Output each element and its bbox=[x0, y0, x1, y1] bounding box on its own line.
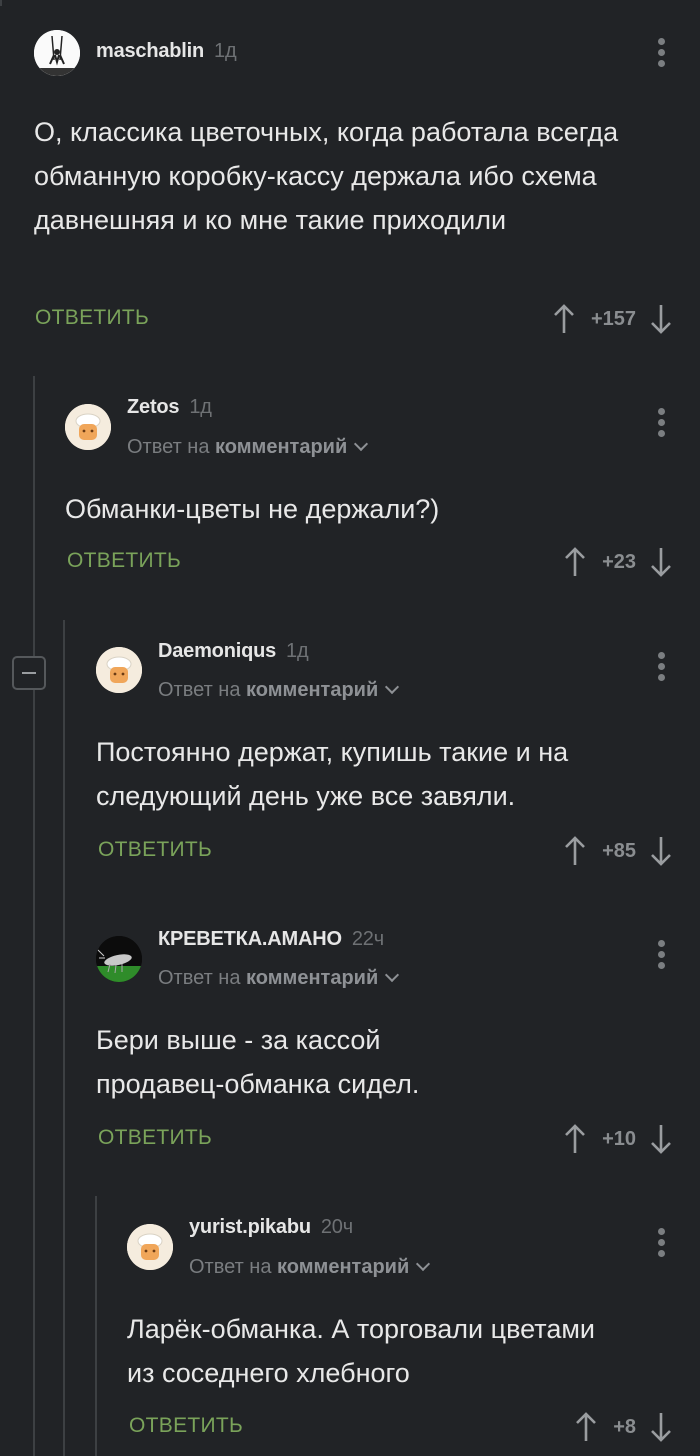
avatar[interactable] bbox=[127, 1224, 173, 1270]
shrimp-avatar-icon bbox=[96, 936, 142, 982]
author-name[interactable]: yurist.pikabu bbox=[189, 1216, 311, 1238]
reply-to-link[interactable]: Ответ на комментарий bbox=[158, 679, 400, 702]
avatar[interactable] bbox=[65, 404, 111, 450]
upvote-arrow-icon[interactable] bbox=[564, 546, 586, 578]
chevron-down-icon bbox=[385, 967, 400, 983]
vote-controls: +23 bbox=[564, 545, 672, 579]
comment-menu-button[interactable] bbox=[656, 408, 666, 442]
comment-text: О, классика цветочных, когда работала вс… bbox=[34, 117, 619, 235]
comment-rating: +8 bbox=[613, 1415, 636, 1438]
comment-menu-button[interactable] bbox=[656, 652, 666, 686]
comment-author[interactable]: maschablin 1д bbox=[96, 40, 237, 63]
avatar[interactable] bbox=[96, 936, 142, 982]
author-name[interactable]: Zetos bbox=[127, 396, 180, 418]
author-name[interactable]: maschablin bbox=[96, 40, 204, 62]
upvote-arrow-icon[interactable] bbox=[564, 835, 586, 867]
comment-rating: +10 bbox=[602, 1127, 636, 1150]
reply-button[interactable]: ОТВЕТИТЬ bbox=[129, 1414, 243, 1438]
upvote-arrow-icon[interactable] bbox=[575, 1411, 597, 1443]
chef-default-avatar-icon bbox=[65, 404, 111, 450]
comment-menu-button[interactable] bbox=[656, 38, 666, 72]
comment-time: 1д bbox=[286, 640, 309, 662]
comment-author[interactable]: yurist.pikabu 20ч bbox=[189, 1216, 353, 1239]
author-name[interactable]: КРЕВЕТКА.АМАНО bbox=[158, 928, 342, 950]
comment-text: Бери выше - за кассой продавец-обманка с… bbox=[96, 1025, 420, 1099]
thread-line-level-1[interactable] bbox=[33, 376, 35, 1456]
comment-text: Постоянно держат, купишь такие и на след… bbox=[96, 737, 569, 811]
comment-author[interactable]: Daemoniqus 1д bbox=[158, 640, 309, 663]
upvote-arrow-icon[interactable] bbox=[553, 303, 575, 335]
comment-rating: +23 bbox=[602, 550, 636, 573]
chef-default-avatar-icon bbox=[96, 647, 142, 693]
reply-button[interactable]: ОТВЕТИТЬ bbox=[98, 838, 212, 862]
upvote-arrow-icon[interactable] bbox=[564, 1123, 586, 1155]
comment-author[interactable]: Zetos 1д bbox=[127, 396, 212, 419]
reply-to-link[interactable]: Ответ на комментарий bbox=[158, 967, 400, 990]
chevron-down-icon bbox=[416, 1256, 431, 1272]
avatar[interactable] bbox=[34, 30, 80, 76]
thread-line-level-2[interactable] bbox=[63, 620, 65, 1456]
thread-line-level-3[interactable] bbox=[95, 1196, 97, 1456]
thread-line-top bbox=[0, 0, 2, 6]
comment-time: 22ч bbox=[351, 928, 384, 950]
comment-rating: +85 bbox=[602, 839, 636, 862]
reply-button[interactable]: ОТВЕТИТЬ bbox=[35, 306, 149, 330]
vote-controls: +85 bbox=[564, 834, 672, 868]
collapse-thread-button[interactable] bbox=[12, 656, 46, 690]
downvote-arrow-icon[interactable] bbox=[650, 835, 672, 867]
chevron-down-icon bbox=[385, 679, 400, 695]
downvote-arrow-icon[interactable] bbox=[650, 546, 672, 578]
reply-button[interactable]: ОТВЕТИТЬ bbox=[67, 549, 181, 573]
chef-default-avatar-icon bbox=[127, 1224, 173, 1270]
author-name[interactable]: Daemoniqus bbox=[158, 640, 276, 662]
comment-time: 20ч bbox=[320, 1216, 353, 1238]
reply-to-link[interactable]: Ответ на комментарий bbox=[127, 436, 369, 459]
comment-author[interactable]: КРЕВЕТКА.АМАНО 22ч bbox=[158, 928, 384, 951]
downvote-arrow-icon[interactable] bbox=[650, 303, 672, 335]
gymnast-avatar-icon bbox=[34, 30, 80, 76]
reply-to-link[interactable]: Ответ на комментарий bbox=[189, 1256, 431, 1279]
reply-button[interactable]: ОТВЕТИТЬ bbox=[98, 1126, 212, 1150]
comment-time: 1д bbox=[189, 396, 212, 418]
comment-time: 1д bbox=[214, 40, 237, 62]
comment-rating: +157 bbox=[590, 307, 636, 330]
comment-menu-button[interactable] bbox=[656, 1228, 666, 1262]
comment-menu-button[interactable] bbox=[656, 940, 666, 974]
chevron-down-icon bbox=[354, 436, 369, 452]
comment-text: Ларёк-обманка. А торговали цветами из со… bbox=[127, 1314, 595, 1388]
vote-controls: +10 bbox=[564, 1122, 672, 1156]
avatar[interactable] bbox=[96, 647, 142, 693]
comment-text: Обманки-цветы не держали?) bbox=[65, 494, 440, 524]
downvote-arrow-icon[interactable] bbox=[650, 1411, 672, 1443]
downvote-arrow-icon[interactable] bbox=[650, 1123, 672, 1155]
vote-controls: +8 bbox=[575, 1410, 672, 1444]
vote-controls: +157 bbox=[553, 302, 672, 336]
